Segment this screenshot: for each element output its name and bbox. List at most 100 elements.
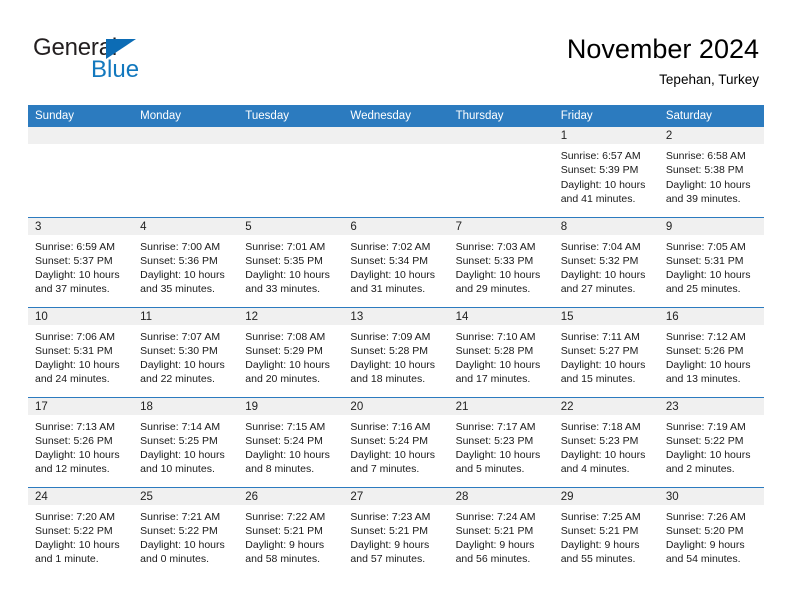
sunrise-text: Sunrise: 7:17 AM (455, 420, 536, 433)
page-header: General Blue November 2024 Tepehan, Turk… (0, 0, 792, 100)
day-number (343, 127, 449, 144)
day-cell[interactable]: 3 Sunrise: 6:59 AM Sunset: 5:37 PM Dayli… (28, 216, 134, 307)
day-cell[interactable]: 23 Sunrise: 7:19 AM Sunset: 5:22 PM Dayl… (658, 396, 764, 487)
sunset-text: Sunset: 5:28 PM (455, 344, 534, 357)
daylight-text-line1: Daylight: 10 hours (140, 449, 225, 462)
sunrise-text: Sunrise: 7:11 AM (560, 330, 640, 343)
calendar-page: General Blue November 2024 Tepehan, Turk… (0, 0, 792, 612)
daylight-text-line2: and 22 minutes. (140, 373, 215, 386)
sunset-text: Sunset: 5:21 PM (455, 524, 534, 537)
day-details (238, 144, 343, 149)
sunset-text: Sunset: 5:31 PM (665, 254, 744, 267)
title-block: November 2024 Tepehan, Turkey (567, 33, 759, 89)
day-details: Sunrise: 7:02 AM Sunset: 5:34 PM Dayligh… (343, 235, 448, 297)
day-cell[interactable]: 29 Sunrise: 7:25 AM Sunset: 5:21 PM Dayl… (553, 486, 659, 577)
day-cell[interactable]: 16 Sunrise: 7:12 AM Sunset: 5:26 PM Dayl… (658, 306, 764, 397)
sunset-text: Sunset: 5:22 PM (665, 434, 744, 447)
day-details: Sunrise: 7:14 AM Sunset: 5:25 PM Dayligh… (133, 415, 238, 477)
day-number: 9 (658, 217, 764, 235)
day-cell[interactable]: 17 Sunrise: 7:13 AM Sunset: 5:26 PM Dayl… (28, 396, 134, 487)
daylight-text-line1: Daylight: 10 hours (245, 269, 330, 282)
day-number: 30 (658, 487, 764, 505)
sunset-text: Sunset: 5:24 PM (350, 434, 429, 447)
day-cell[interactable]: 25 Sunrise: 7:21 AM Sunset: 5:22 PM Dayl… (133, 486, 239, 577)
day-cell[interactable]: 30 Sunrise: 7:26 AM Sunset: 5:20 PM Dayl… (658, 486, 764, 577)
day-cell[interactable]: 18 Sunrise: 7:14 AM Sunset: 5:25 PM Dayl… (133, 396, 239, 487)
sunset-text: Sunset: 5:23 PM (455, 434, 534, 447)
day-cell[interactable]: 19 Sunrise: 7:15 AM Sunset: 5:24 PM Dayl… (238, 396, 344, 487)
daylight-text-line1: Daylight: 9 hours (350, 539, 430, 552)
sunrise-text: Sunrise: 7:05 AM (665, 240, 746, 253)
day-cell[interactable]: 28 Sunrise: 7:24 AM Sunset: 5:21 PM Dayl… (448, 486, 554, 577)
daylight-text-line2: and 0 minutes. (140, 553, 210, 566)
daylight-text-line2: and 7 minutes. (350, 463, 420, 476)
daylight-text-line2: and 5 minutes. (455, 463, 525, 476)
sunrise-text: Sunrise: 7:16 AM (350, 420, 431, 433)
day-cell[interactable]: 20 Sunrise: 7:16 AM Sunset: 5:24 PM Dayl… (343, 396, 449, 487)
daylight-text-line1: Daylight: 10 hours (455, 269, 541, 282)
daylight-text-line1: Daylight: 10 hours (140, 359, 225, 372)
day-number: 6 (343, 217, 449, 235)
day-cell[interactable]: 4 Sunrise: 7:00 AM Sunset: 5:36 PM Dayli… (133, 216, 239, 307)
day-details: Sunrise: 7:17 AM Sunset: 5:23 PM Dayligh… (449, 415, 554, 477)
day-cell[interactable]: 21 Sunrise: 7:17 AM Sunset: 5:23 PM Dayl… (448, 396, 554, 487)
day-details: Sunrise: 7:12 AM Sunset: 5:26 PM Dayligh… (659, 325, 764, 387)
day-details (449, 144, 554, 149)
day-details: Sunrise: 7:16 AM Sunset: 5:24 PM Dayligh… (343, 415, 448, 477)
weekday-header-friday: Friday (553, 105, 659, 127)
sunrise-text: Sunrise: 7:09 AM (350, 330, 431, 343)
day-cell[interactable]: 15 Sunrise: 7:11 AM Sunset: 5:27 PM Dayl… (553, 306, 659, 397)
day-cell[interactable]: 1 Sunrise: 6:57 AM Sunset: 5:39 PM Dayli… (553, 127, 659, 217)
daylight-text-line2: and 15 minutes. (560, 373, 636, 386)
daylight-text-line2: and 12 minutes. (35, 463, 110, 476)
day-cell-empty (133, 127, 239, 217)
sunrise-text: Sunrise: 6:57 AM (560, 150, 641, 162)
sunrise-text: Sunrise: 7:25 AM (560, 510, 641, 523)
day-number: 13 (343, 307, 449, 325)
day-number: 14 (448, 307, 554, 325)
day-details: Sunrise: 7:26 AM Sunset: 5:20 PM Dayligh… (659, 505, 764, 567)
day-cell[interactable]: 12 Sunrise: 7:08 AM Sunset: 5:29 PM Dayl… (238, 306, 344, 397)
sunrise-text: Sunrise: 7:04 AM (560, 240, 641, 253)
day-cell[interactable]: 5 Sunrise: 7:01 AM Sunset: 5:35 PM Dayli… (238, 216, 344, 307)
day-cell[interactable]: 9 Sunrise: 7:05 AM Sunset: 5:31 PM Dayli… (658, 216, 764, 307)
day-cell[interactable]: 11 Sunrise: 7:07 AM Sunset: 5:30 PM Dayl… (133, 306, 239, 397)
day-cell[interactable]: 24 Sunrise: 7:20 AM Sunset: 5:22 PM Dayl… (28, 486, 134, 577)
daylight-text-line2: and 33 minutes. (245, 283, 320, 296)
daylight-text-line2: and 41 minutes. (560, 192, 636, 205)
sunrise-text: Sunrise: 7:21 AM (140, 510, 221, 523)
calendar-week-row: 1 Sunrise: 6:57 AM Sunset: 5:39 PM Dayli… (28, 127, 764, 217)
day-cell[interactable]: 14 Sunrise: 7:10 AM Sunset: 5:28 PM Dayl… (448, 306, 554, 397)
day-cell[interactable]: 22 Sunrise: 7:18 AM Sunset: 5:23 PM Dayl… (553, 396, 659, 487)
daylight-text-line2: and 56 minutes. (455, 553, 531, 566)
sunset-text: Sunset: 5:20 PM (665, 524, 744, 537)
day-details: Sunrise: 7:03 AM Sunset: 5:33 PM Dayligh… (449, 235, 554, 297)
day-details: Sunrise: 7:04 AM Sunset: 5:32 PM Dayligh… (554, 235, 659, 297)
general-blue-logo[interactable]: General Blue (33, 36, 213, 84)
day-cell[interactable]: 27 Sunrise: 7:23 AM Sunset: 5:21 PM Dayl… (343, 486, 449, 577)
day-number: 3 (28, 217, 134, 235)
day-cell[interactable]: 2 Sunrise: 6:58 AM Sunset: 5:38 PM Dayli… (658, 127, 764, 217)
day-cell[interactable]: 6 Sunrise: 7:02 AM Sunset: 5:34 PM Dayli… (343, 216, 449, 307)
sunset-text: Sunset: 5:26 PM (665, 344, 744, 357)
sunset-text: Sunset: 5:28 PM (350, 344, 429, 357)
sunrise-text: Sunrise: 6:58 AM (665, 150, 746, 162)
sunrise-text: Sunrise: 7:20 AM (35, 510, 115, 523)
day-details: Sunrise: 7:05 AM Sunset: 5:31 PM Dayligh… (659, 235, 764, 297)
day-cell[interactable]: 13 Sunrise: 7:09 AM Sunset: 5:28 PM Dayl… (343, 306, 449, 397)
daylight-text-line2: and 54 minutes. (665, 553, 741, 566)
sunrise-text: Sunrise: 7:26 AM (665, 510, 746, 523)
day-cell[interactable]: 7 Sunrise: 7:03 AM Sunset: 5:33 PM Dayli… (448, 216, 554, 307)
day-cell[interactable]: 26 Sunrise: 7:22 AM Sunset: 5:21 PM Dayl… (238, 486, 344, 577)
day-number: 2 (658, 127, 764, 144)
day-cell[interactable]: 8 Sunrise: 7:04 AM Sunset: 5:32 PM Dayli… (553, 216, 659, 307)
day-cell[interactable]: 10 Sunrise: 7:06 AM Sunset: 5:31 PM Dayl… (28, 306, 134, 397)
sunset-text: Sunset: 5:31 PM (35, 344, 113, 357)
day-number: 24 (28, 487, 134, 505)
day-details: Sunrise: 7:15 AM Sunset: 5:24 PM Dayligh… (238, 415, 343, 477)
sunrise-text: Sunrise: 7:15 AM (245, 420, 326, 433)
sunset-text: Sunset: 5:29 PM (245, 344, 323, 357)
sunset-text: Sunset: 5:33 PM (455, 254, 534, 267)
sunset-text: Sunset: 5:30 PM (140, 344, 218, 357)
daylight-text-line2: and 24 minutes. (35, 373, 110, 386)
